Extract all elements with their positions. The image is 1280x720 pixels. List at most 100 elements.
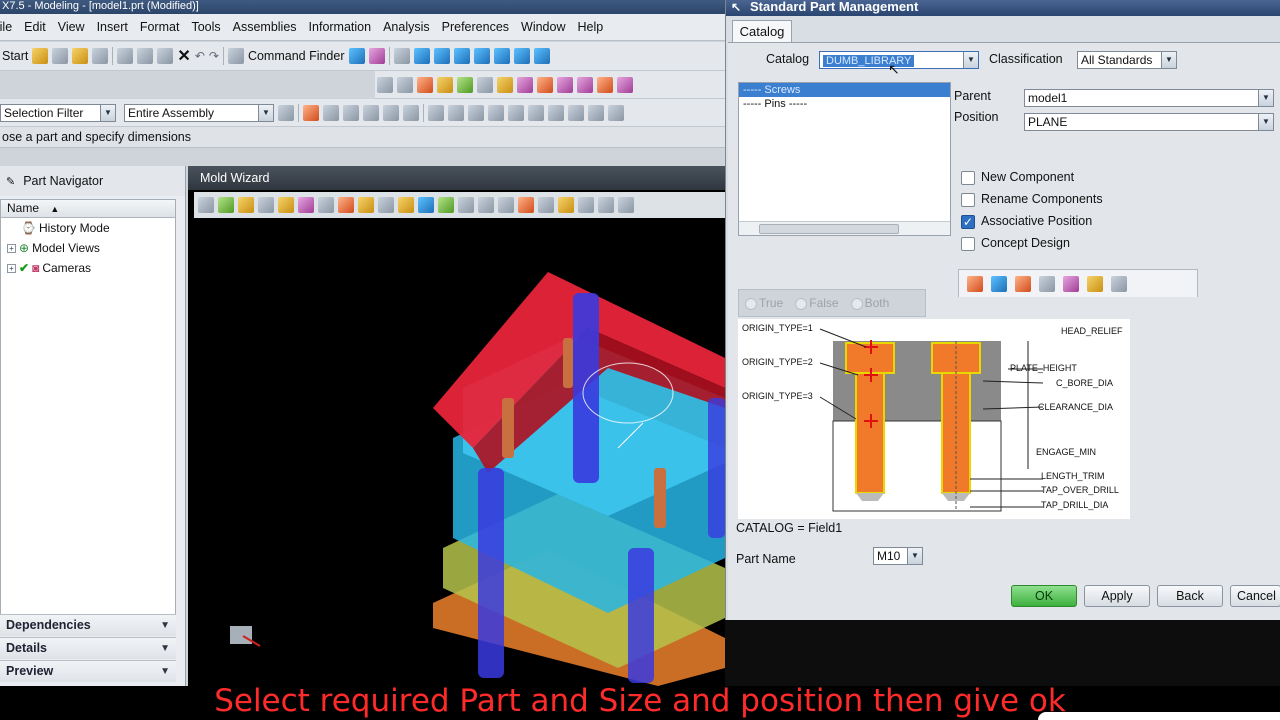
tab-catalog[interactable]: Catalog [732,20,792,42]
quadrant-icon[interactable] [528,104,544,121]
sub-insert-icon[interactable] [438,197,454,213]
menu-tools[interactable]: Tools [185,14,226,41]
name-column-header[interactable]: Name ▲ [1,200,175,218]
new-file-icon[interactable] [32,48,49,64]
line-icon[interactable] [448,104,464,121]
endpoint-icon[interactable] [383,104,399,121]
view-cube-icon[interactable] [493,48,510,64]
center-icon[interactable] [508,104,524,121]
point-on-curve-icon[interactable] [568,104,584,121]
menu-help[interactable]: Help [572,14,610,41]
explode-icon[interactable] [477,76,493,93]
pin-icon[interactable]: ✎ [6,175,15,188]
electrode-icon[interactable] [518,197,534,213]
tool-icon[interactable] [377,76,393,93]
cooling-icon[interactable] [498,197,514,213]
move-component-icon[interactable] [597,76,613,93]
apply-button[interactable]: Apply [1084,585,1150,607]
view-top-icon[interactable] [533,48,550,64]
cancel-button[interactable]: Cancel [1230,585,1280,607]
radio-false[interactable]: False [795,296,839,310]
existing-point-icon[interactable] [548,104,564,121]
menu-analysis[interactable]: Analysis [377,14,436,41]
delete-icon[interactable]: ✕ [177,46,190,66]
reposition-icon[interactable] [967,276,983,292]
parting-icon[interactable] [338,197,354,213]
paste-icon[interactable] [157,48,174,64]
initialize-project-icon[interactable] [198,197,214,213]
radio-both[interactable]: Both [850,296,889,310]
tangent-icon[interactable] [588,104,604,121]
scrollbar-thumb[interactable] [759,224,899,234]
workpiece-icon[interactable] [278,197,294,213]
pencil-icon[interactable] [608,104,624,121]
fit-icon[interactable] [393,48,410,64]
preview-panel[interactable]: Preview ▼ [0,660,176,682]
concept-design-checkbox[interactable] [961,237,975,251]
menu-window[interactable]: Window [515,14,571,41]
standard-part-icon[interactable] [378,197,394,213]
radio-true[interactable]: True [745,296,783,310]
undo-icon[interactable]: ↶ [195,49,205,63]
family-mold-icon[interactable] [218,197,234,213]
wireframe-icon[interactable] [453,48,470,64]
command-finder-icon[interactable] [227,48,244,64]
remove-part-icon[interactable] [1087,276,1103,292]
rectangle-select-icon[interactable] [403,104,419,121]
measure-icon[interactable] [617,76,633,93]
selection-filter-dropdown[interactable]: Selection Filter ▼ [0,103,116,122]
csys-icon[interactable] [238,197,254,213]
runner-icon[interactable] [478,197,494,213]
menu-file[interactable]: File [0,14,18,41]
bom-icon[interactable] [578,197,594,213]
drawing-icon[interactable] [598,197,614,213]
command-finder-button[interactable]: Command Finder [248,49,345,63]
interference-icon[interactable] [577,76,593,93]
start-button[interactable]: Start [2,49,28,63]
cut-icon[interactable] [117,48,134,64]
copy-icon[interactable] [137,48,154,64]
graphics-viewport[interactable]: Mold Wizard [188,166,725,686]
slider-icon[interactable] [418,197,434,213]
menu-assemblies[interactable]: Assemblies [227,14,303,41]
view-iso-icon[interactable] [513,48,530,64]
dependencies-panel[interactable]: Dependencies ▼ [0,614,176,636]
save-icon[interactable] [92,48,109,64]
assembly-icon[interactable] [417,76,433,93]
view-manager-icon[interactable] [618,197,634,213]
mate-icon[interactable] [457,76,473,93]
menu-format[interactable]: Format [134,14,186,41]
arc-icon[interactable] [343,104,359,121]
pocket-icon[interactable] [558,197,574,213]
parent-dropdown[interactable]: model1 ▼ [1024,89,1274,107]
position-dropdown[interactable]: PLANE ▼ [1024,113,1274,131]
menu-insert[interactable]: Insert [91,14,134,41]
wave-icon[interactable] [557,76,573,93]
classification-dropdown[interactable]: All Standards ▼ [1077,51,1177,69]
orient-icon[interactable] [413,48,430,64]
tree-item-screws[interactable]: ----- Screws [739,83,950,97]
mold-base-icon[interactable] [358,197,374,213]
info-icon[interactable] [1111,276,1127,292]
control-point-icon[interactable] [468,104,484,121]
curve-icon[interactable] [368,48,385,64]
menu-view[interactable]: View [52,14,91,41]
gate-icon[interactable] [458,197,474,213]
sketch-icon[interactable] [348,48,365,64]
menu-information[interactable]: Information [303,14,378,41]
open-icon[interactable] [52,48,69,64]
constraint-icon[interactable] [517,76,533,93]
mold-tools-icon[interactable] [318,197,334,213]
associative-position-checkbox[interactable]: ✓ [961,215,975,229]
part-name-dropdown[interactable]: M10 ▼ [873,547,923,565]
ejector-pin-icon[interactable] [398,197,414,213]
shrinkage-icon[interactable] [258,197,274,213]
rename-components-checkbox[interactable] [961,193,975,207]
menu-edit[interactable]: Edit [18,14,52,41]
tree-item-model-views[interactable]: + ⊕ Model Views [1,238,175,258]
tree-scrollbar[interactable] [739,221,950,235]
menu-preferences[interactable]: Preferences [436,14,515,41]
back-button[interactable]: Back [1157,585,1223,607]
hidden-edges-icon[interactable] [473,48,490,64]
ok-button[interactable]: OK [1011,585,1077,607]
